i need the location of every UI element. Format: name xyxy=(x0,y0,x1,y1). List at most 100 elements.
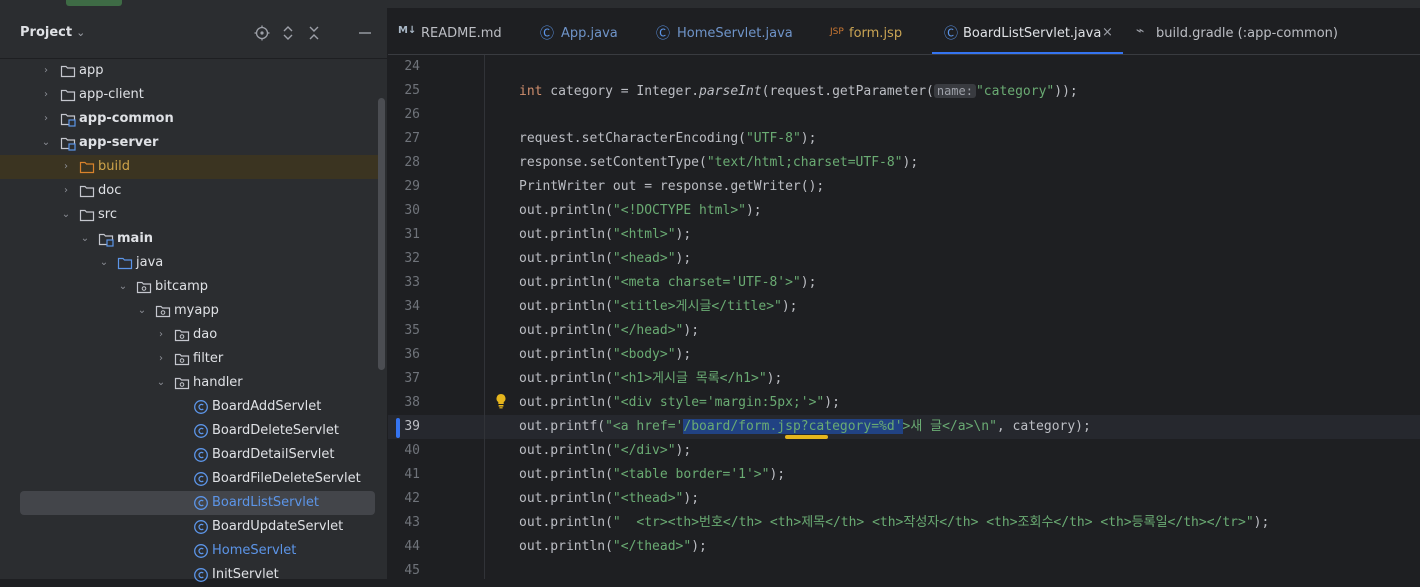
tree-item-filter[interactable]: › filter xyxy=(0,347,378,371)
code-text: response.setContentType( xyxy=(519,155,707,170)
project-tree: › app › app-client › app-common ⌄ app-se… xyxy=(0,59,378,582)
code-text: (request.getParameter( xyxy=(761,84,934,99)
package-icon xyxy=(136,281,152,294)
line-number: 35 xyxy=(404,323,420,338)
line-number: 32 xyxy=(404,251,420,266)
tab-form-jsp[interactable]: JSP form.jsp xyxy=(830,8,930,54)
chevron-down-icon[interactable]: ⌄ xyxy=(155,376,167,390)
chevron-down-icon[interactable]: ⌄ xyxy=(40,136,52,150)
tree-item-board-delete-servlet[interactable]: BoardDeleteServlet xyxy=(0,419,378,443)
chevron-right-icon[interactable]: › xyxy=(155,328,167,342)
java-class-icon xyxy=(194,400,208,414)
tree-item-src[interactable]: ⌄ src xyxy=(0,203,378,227)
hide-panel-icon[interactable] xyxy=(357,25,373,41)
chevron-right-icon[interactable]: › xyxy=(40,64,52,78)
code-text: out.println( xyxy=(519,515,613,530)
code-line-42: out.println("<thead>"); xyxy=(519,487,699,511)
java-class-icon xyxy=(194,568,208,582)
project-tree-scrollbar[interactable] xyxy=(378,98,385,370)
tab-build-gradle[interactable]: ⌁ build.gradle (:app-common) xyxy=(1136,8,1338,54)
code-line-35: out.println("</head>"); xyxy=(519,319,699,343)
tree-item-board-add-servlet[interactable]: BoardAddServlet xyxy=(0,395,378,419)
tree-item-app-server[interactable]: ⌄ app-server xyxy=(0,131,378,155)
tree-item-handler[interactable]: ⌄ handler xyxy=(0,371,378,395)
project-panel-title: Project xyxy=(20,25,73,40)
chevron-right-icon[interactable]: › xyxy=(155,352,167,366)
code-text: category = Integer. xyxy=(542,84,700,99)
tree-item-build[interactable]: › build xyxy=(0,155,378,179)
tree-item-board-detail-servlet[interactable]: BoardDetailServlet xyxy=(0,443,378,467)
package-icon xyxy=(155,305,171,318)
tree-item-bitcamp[interactable]: ⌄ bitcamp xyxy=(0,275,378,299)
chevron-right-icon[interactable]: › xyxy=(60,160,72,174)
java-source-folder-icon xyxy=(117,257,133,270)
chevron-down-icon[interactable]: ⌄ xyxy=(117,280,129,294)
code-text: ); xyxy=(800,275,817,290)
line-number: 37 xyxy=(404,371,420,386)
close-icon[interactable]: × xyxy=(1102,25,1113,40)
tree-item-main[interactable]: ⌄ main xyxy=(0,227,378,251)
tree-item-dao[interactable]: › dao xyxy=(0,323,378,347)
tree-item-board-file-delete-servlet[interactable]: BoardFileDeleteServlet xyxy=(0,467,378,491)
code-text: out.println( xyxy=(519,203,613,218)
code-area[interactable]: int category = Integer.parseInt(request.… xyxy=(432,55,1420,579)
folder-icon xyxy=(79,161,95,174)
folder-icon xyxy=(79,209,95,222)
project-view-selector[interactable]: Project ⌄ xyxy=(20,25,85,40)
string-literal: "<body>" xyxy=(612,347,676,362)
java-class-icon xyxy=(194,448,208,462)
tree-item-app[interactable]: › app xyxy=(0,59,378,83)
string-literal: "category" xyxy=(975,84,1055,99)
chevron-right-icon[interactable]: › xyxy=(40,112,52,126)
tree-item-java[interactable]: ⌄ java xyxy=(0,251,378,275)
tree-item-init-servlet[interactable]: InitServlet xyxy=(0,563,378,587)
project-badge xyxy=(66,0,122,6)
tree-item-board-update-servlet[interactable]: BoardUpdateServlet xyxy=(0,515,378,539)
tree-item-label: BoardUpdateServlet xyxy=(212,519,344,534)
code-line-36: out.println("<body>"); xyxy=(519,343,691,367)
code-line-43: out.println(" <tr><th>번호</th> <th>제목</th… xyxy=(519,511,1269,535)
tab-board-list-servlet[interactable]: Ⓒ BoardListServlet.java × xyxy=(932,8,1123,54)
string-literal: "<meta charset='UTF-8'>" xyxy=(612,275,801,290)
tree-item-home-servlet[interactable]: HomeServlet xyxy=(0,539,378,563)
chevron-down-icon[interactable]: ⌄ xyxy=(60,208,72,222)
tab-home-servlet[interactable]: Ⓒ HomeServlet.java xyxy=(656,8,816,54)
folder-icon xyxy=(60,65,76,78)
string-literal: "<html>" xyxy=(612,227,676,242)
code-text: ); xyxy=(675,227,692,242)
chevron-right-icon[interactable]: › xyxy=(60,184,72,198)
code-text: ); xyxy=(675,251,692,266)
tab-app-java[interactable]: Ⓒ App.java xyxy=(540,8,650,54)
chevron-right-icon[interactable]: › xyxy=(40,88,52,102)
code-text: ); xyxy=(683,323,700,338)
collapse-all-icon[interactable] xyxy=(306,25,322,41)
locate-icon[interactable] xyxy=(254,25,270,41)
expand-all-icon[interactable] xyxy=(280,25,296,41)
code-text: ); xyxy=(781,299,798,314)
line-number: 45 xyxy=(404,563,420,578)
tree-item-label: app-common xyxy=(79,111,174,126)
line-number: 42 xyxy=(404,491,420,506)
code-line-28: response.setContentType("text/html;chars… xyxy=(519,151,918,175)
tree-item-app-client[interactable]: › app-client xyxy=(0,83,378,107)
code-text: ); xyxy=(745,203,762,218)
tree-item-label: myapp xyxy=(174,303,219,318)
code-text: ); xyxy=(675,347,692,362)
java-class-icon: Ⓒ xyxy=(944,26,958,42)
tree-item-myapp[interactable]: ⌄ myapp xyxy=(0,299,378,323)
line-number: 26 xyxy=(404,107,420,122)
line-number: 24 xyxy=(404,59,420,74)
code-text: )); xyxy=(1054,84,1078,99)
selected-text: /board/form.jsp?category=%d' xyxy=(683,419,903,434)
tree-item-doc[interactable]: › doc xyxy=(0,179,378,203)
chevron-down-icon[interactable]: ⌄ xyxy=(79,232,91,246)
tree-item-app-common[interactable]: › app-common xyxy=(0,107,378,131)
chevron-down-icon[interactable]: ⌄ xyxy=(98,256,110,270)
string-literal: "<div style='margin:5px;'>" xyxy=(612,395,825,410)
code-line-34: out.println("<title>게시글</title>"); xyxy=(519,295,798,319)
tab-readme[interactable]: M↓ README.md xyxy=(398,8,528,54)
chevron-down-icon[interactable]: ⌄ xyxy=(136,304,148,318)
tree-item-board-list-servlet[interactable]: BoardListServlet xyxy=(20,491,375,515)
line-number-gutter[interactable]: 24 25 26 27 28 29 30 31 32 33 34 35 36 3… xyxy=(388,55,432,579)
tree-item-label: app-server xyxy=(79,135,159,150)
